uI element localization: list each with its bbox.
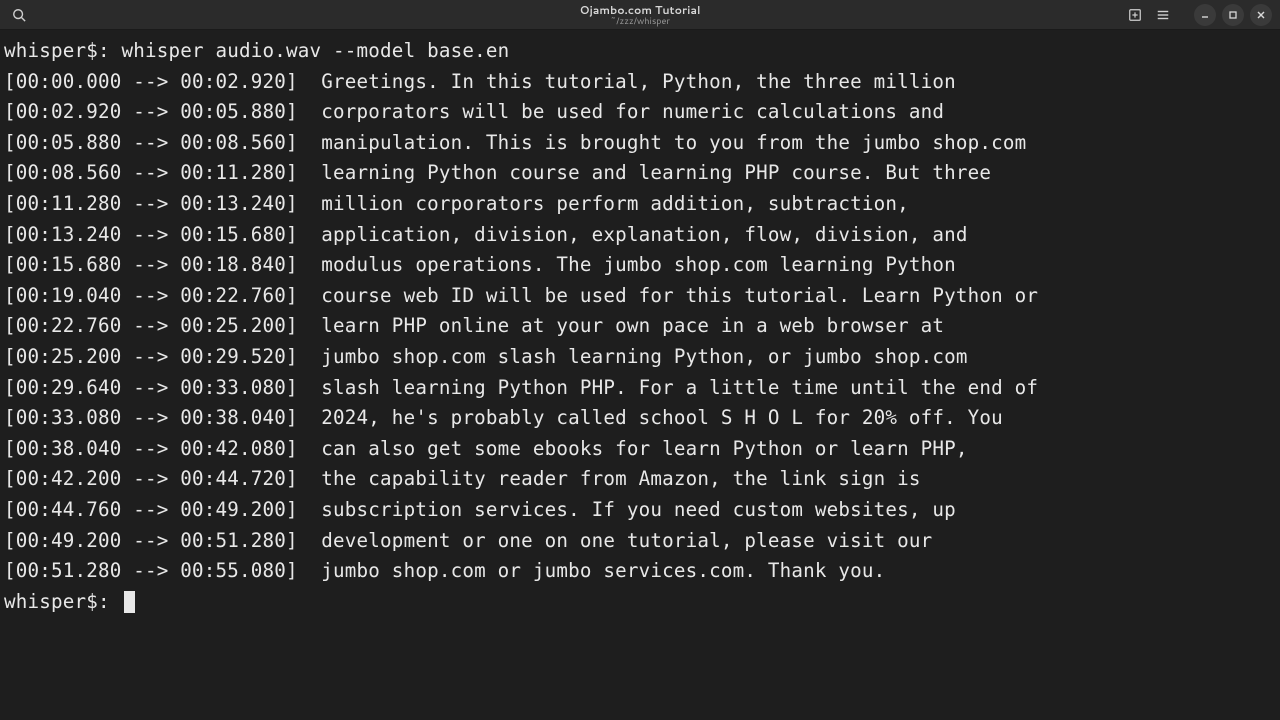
terminal-cursor xyxy=(124,591,135,613)
minimize-button[interactable] xyxy=(1194,4,1216,26)
prompt[interactable]: whisper$: xyxy=(4,590,122,613)
terminal-output[interactable]: whisper$: whisper audio.wav --model base… xyxy=(0,30,1280,621)
search-icon[interactable] xyxy=(8,4,30,26)
maximize-button[interactable] xyxy=(1222,4,1244,26)
close-button[interactable] xyxy=(1250,4,1272,26)
new-tab-icon[interactable] xyxy=(1124,4,1146,26)
hamburger-menu-icon[interactable] xyxy=(1152,4,1174,26)
window-titlebar: Ojambo.com Tutorial ~/zzz/whisper xyxy=(0,0,1280,30)
